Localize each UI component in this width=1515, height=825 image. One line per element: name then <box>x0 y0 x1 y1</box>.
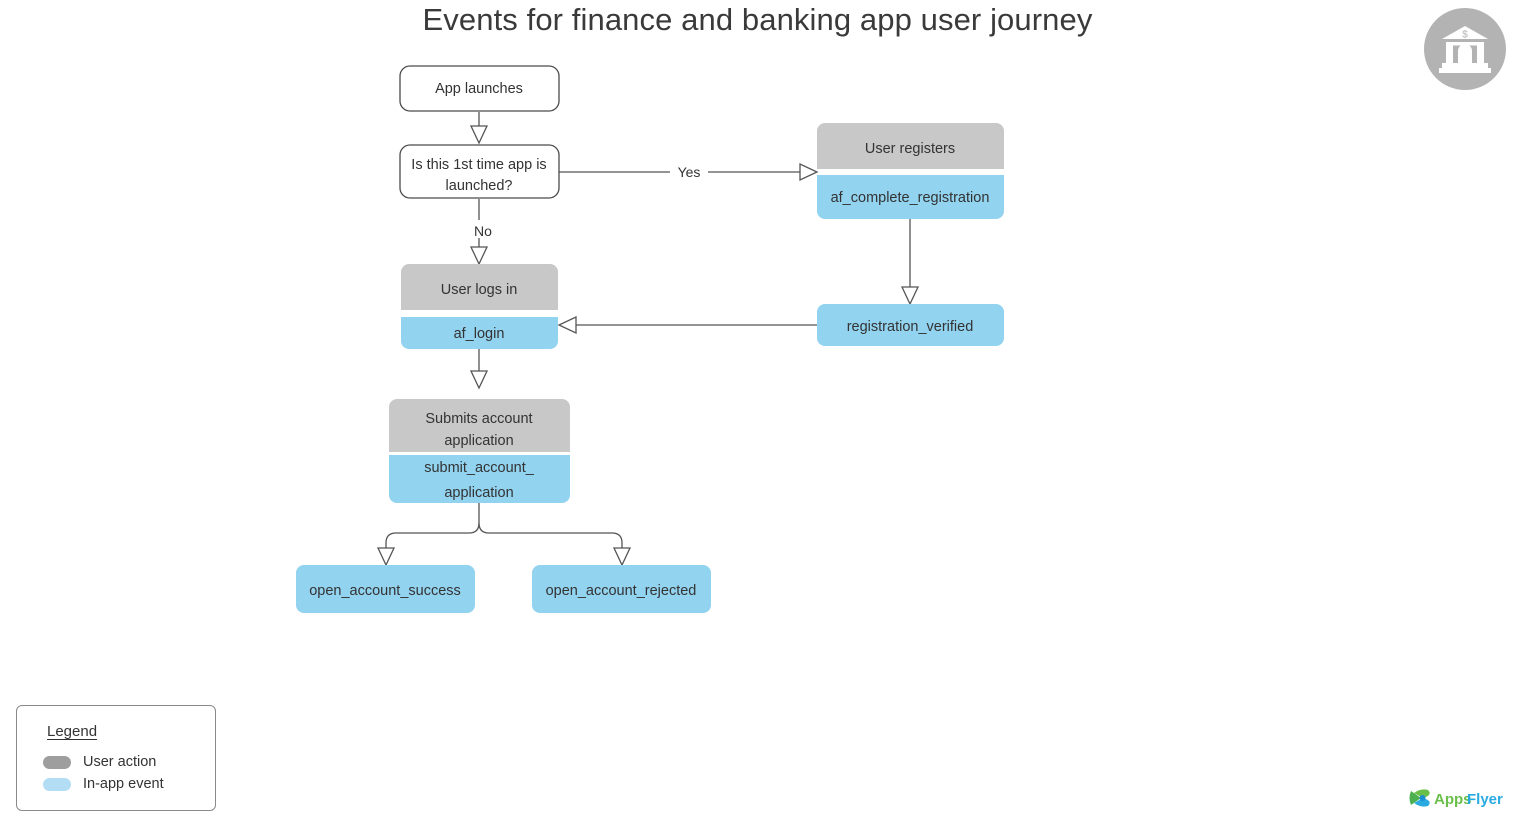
node-user-logs-in[interactable]: User logs in <box>401 264 558 310</box>
legend-item-in-app-event: In-app event <box>43 776 164 792</box>
flowchart-canvas: Yes No App launches Is this 1st time app… <box>296 65 1004 613</box>
appsflyer-logo: Apps Flyer <box>1409 789 1503 808</box>
edge-label-no: No <box>474 223 492 239</box>
node-submits-account-application[interactable]: Submits account application <box>389 399 570 452</box>
connector-registration-to-verified <box>900 219 920 306</box>
node-decision-label-line1: Is this 1st time app is <box>411 157 546 173</box>
node-af-complete-registration-label: af_complete_registration <box>831 190 990 206</box>
legend-label-in-app-event: In-app event <box>83 776 164 792</box>
node-submit-account-application-line2: application <box>444 485 513 501</box>
connector-login-to-submit <box>469 349 489 390</box>
legend: Legend User action In-app event <box>16 705 216 811</box>
node-app-launches-label: App launches <box>435 81 523 97</box>
legend-item-user-action: User action <box>43 754 156 770</box>
node-decision-label-line2: launched? <box>446 178 513 194</box>
node-decision-first-launch[interactable]: Is this 1st time app is launched? <box>399 144 560 199</box>
node-submits-account-application-line1: Submits account <box>425 411 532 427</box>
node-submit-account-application-event[interactable]: submit_account_ application <box>389 455 570 503</box>
node-user-registers[interactable]: User registers <box>817 123 1004 169</box>
node-registration-verified-label: registration_verified <box>847 319 974 335</box>
node-af-login[interactable]: af_login <box>401 317 558 349</box>
node-af-complete-registration[interactable]: af_complete_registration <box>817 175 1004 219</box>
connector-submit-to-outcomes <box>376 503 632 567</box>
legend-swatch-in-app-event <box>43 777 71 791</box>
legend-swatch-user-action <box>43 755 71 769</box>
node-user-logs-in-label: User logs in <box>441 282 518 298</box>
node-user-registers-label: User registers <box>865 141 955 157</box>
node-open-account-rejected[interactable]: open_account_rejected <box>532 565 711 613</box>
connector-verified-to-login <box>557 315 817 335</box>
appsflyer-wordmark-apps: Apps <box>1434 791 1472 808</box>
legend-title: Legend <box>47 723 98 740</box>
connector-app-launches-to-decision <box>469 112 489 145</box>
appsflyer-wordmark-flyer: Flyer <box>1467 791 1503 808</box>
node-submits-account-application-line2: application <box>444 433 513 449</box>
edge-label-yes: Yes <box>678 164 701 180</box>
node-open-account-rejected-label: open_account_rejected <box>546 583 697 599</box>
node-registration-verified[interactable]: registration_verified <box>817 304 1004 346</box>
legend-label-user-action: User action <box>83 754 157 770</box>
node-submit-account-application-line1: submit_account_ <box>424 460 535 476</box>
node-open-account-success-label: open_account_success <box>309 583 461 599</box>
node-af-login-label: af_login <box>454 326 505 342</box>
appsflyer-mark <box>1409 789 1430 807</box>
node-open-account-success[interactable]: open_account_success <box>296 565 475 613</box>
node-app-launches[interactable]: App launches <box>399 65 560 112</box>
